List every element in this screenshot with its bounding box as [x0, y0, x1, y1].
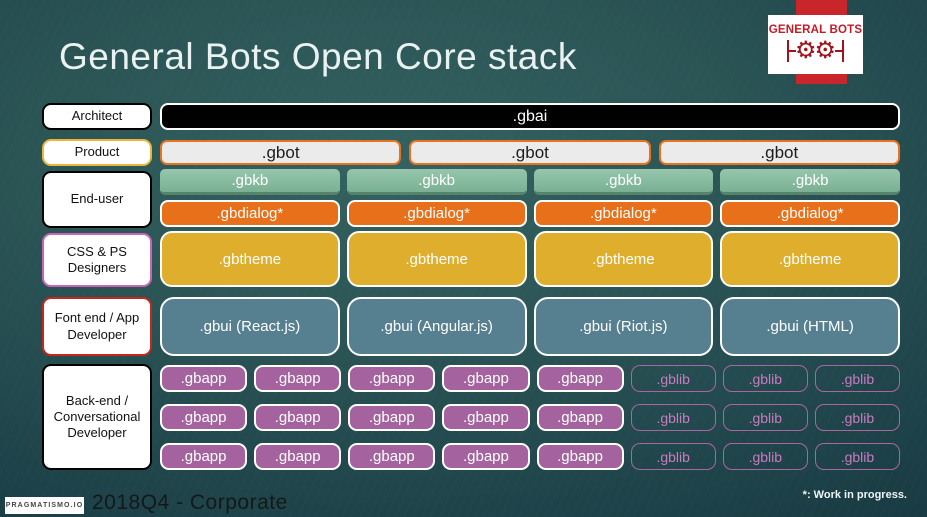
stack-box-gblib: .gblib: [630, 365, 716, 392]
row-gbkb: .gbkb .gbkb .gbkb .gbkb: [160, 169, 900, 195]
row-gbui: .gbui (React.js) .gbui (Angular.js) .gbu…: [160, 297, 900, 356]
gear-axle-right: [835, 49, 843, 52]
stack-box-gblib: .gblib: [814, 443, 900, 470]
stack-box-gbapp: .gbapp: [536, 443, 624, 470]
gears-icon: ⚙ ⚙: [786, 36, 845, 66]
row-label-end-user: End-user: [42, 171, 152, 228]
stack-box-gbapp: .gbapp: [254, 404, 342, 431]
row-label-css-ps-designers: CSS & PS Designers: [42, 233, 152, 287]
row-gbapp-gblib-2: .gbapp .gbapp .gbapp .gbapp .gbapp .gbli…: [160, 404, 900, 431]
stack-box-gbui-riot: .gbui (Riot.js): [533, 297, 714, 356]
stack-box-gbapp: .gbapp: [536, 404, 624, 431]
stack-box-gbkb: .gbkb: [720, 169, 900, 195]
stack-box-gbdialog: .gbdialog*: [346, 200, 527, 227]
gear-icon: ⚙: [794, 36, 817, 64]
row-gbapp-gblib-1: .gbapp .gbapp .gbapp .gbapp .gbapp .gbli…: [160, 365, 900, 392]
stack-box-gbapp: .gbapp: [254, 443, 342, 470]
stack-box-gbot: .gbot: [160, 140, 402, 165]
stack-box-gbapp: .gbapp: [160, 365, 248, 392]
row-gbdialog: .gbdialog* .gbdialog* .gbdialog* .gbdial…: [160, 200, 900, 227]
stack-box-gbapp: .gbapp: [442, 404, 530, 431]
stack-box-gbapp: .gbapp: [348, 404, 436, 431]
gear-frame-right: [842, 39, 845, 62]
work-in-progress-note: *: Work in progress.: [802, 489, 907, 501]
stack-box-gbtheme: .gbtheme: [160, 231, 340, 287]
stack-box-gbdialog: .gbdialog*: [160, 200, 340, 227]
stack-box-gbapp: .gbapp: [160, 443, 248, 470]
pragmatismo-logo-text: PRAGMATISMO.IO: [5, 502, 84, 509]
stack-box-gbai: .gbai: [160, 103, 900, 130]
stack-box-gblib: .gblib: [630, 443, 716, 470]
stack-box-gbkb: .gbkb: [160, 169, 340, 195]
row-gbtheme: .gbtheme .gbtheme .gbtheme .gbtheme: [160, 231, 900, 287]
general-bots-logo: GENERAL BOTS ⚙ ⚙: [768, 15, 863, 74]
stack-box-gbui-react: .gbui (React.js): [160, 297, 340, 356]
stack-box-gbot: .gbot: [409, 140, 651, 165]
row-label-architect: Architect: [42, 103, 152, 130]
stack-box-gbot: .gbot: [658, 140, 900, 165]
stack-box-gbapp: .gbapp: [254, 365, 342, 392]
row-gbai: .gbai: [160, 103, 900, 130]
stack-box-gbapp: .gbapp: [160, 404, 248, 431]
stack-box-gbui-angular: .gbui (Angular.js): [346, 297, 527, 356]
stack-box-gblib: .gblib: [722, 404, 808, 431]
stack-box-gblib: .gblib: [722, 443, 808, 470]
stack-box-gbtheme: .gbtheme: [533, 231, 714, 287]
stack-box-gbkb: .gbkb: [533, 169, 714, 195]
stack-box-gbtheme: .gbtheme: [346, 231, 527, 287]
stack-box-gbapp: .gbapp: [536, 365, 624, 392]
footer-caption: 2018Q4 - Corporate: [92, 491, 288, 514]
row-gbot: .gbot .gbot .gbot: [160, 140, 900, 165]
stack-box-gblib: .gblib: [630, 404, 716, 431]
page-title: General Bots Open Core stack: [59, 36, 577, 77]
gear-icon: ⚙: [814, 36, 837, 64]
stack-box-gblib: .gblib: [814, 404, 900, 431]
stack-box-gbdialog: .gbdialog*: [533, 200, 714, 227]
stack-box-gbapp: .gbapp: [348, 365, 436, 392]
row-label-product: Product: [42, 139, 152, 166]
stack-box-gbkb: .gbkb: [346, 169, 527, 195]
stack-box-gblib: .gblib: [814, 365, 900, 392]
stack-box-gbapp: .gbapp: [442, 365, 530, 392]
stack-box-gbapp: .gbapp: [442, 443, 530, 470]
logo-brand-text: GENERAL BOTS: [768, 23, 863, 36]
slide: General Bots Open Core stack GENERAL BOT…: [0, 0, 927, 517]
stack-box-gbdialog: .gbdialog*: [720, 200, 900, 227]
stack-box-gbapp: .gbapp: [348, 443, 436, 470]
row-label-back-end-developer: Back-end / Conversational Developer: [42, 364, 152, 470]
stack-box-gblib: .gblib: [722, 365, 808, 392]
pragmatismo-logo: PRAGMATISMO.IO: [5, 497, 84, 514]
row-gbapp-gblib-3: .gbapp .gbapp .gbapp .gbapp .gbapp .gbli…: [160, 443, 900, 470]
row-label-front-end-developer: Font end / App Developer: [42, 297, 152, 356]
stack-box-gbtheme: .gbtheme: [720, 231, 900, 287]
stack-box-gbui-html: .gbui (HTML): [720, 297, 900, 356]
